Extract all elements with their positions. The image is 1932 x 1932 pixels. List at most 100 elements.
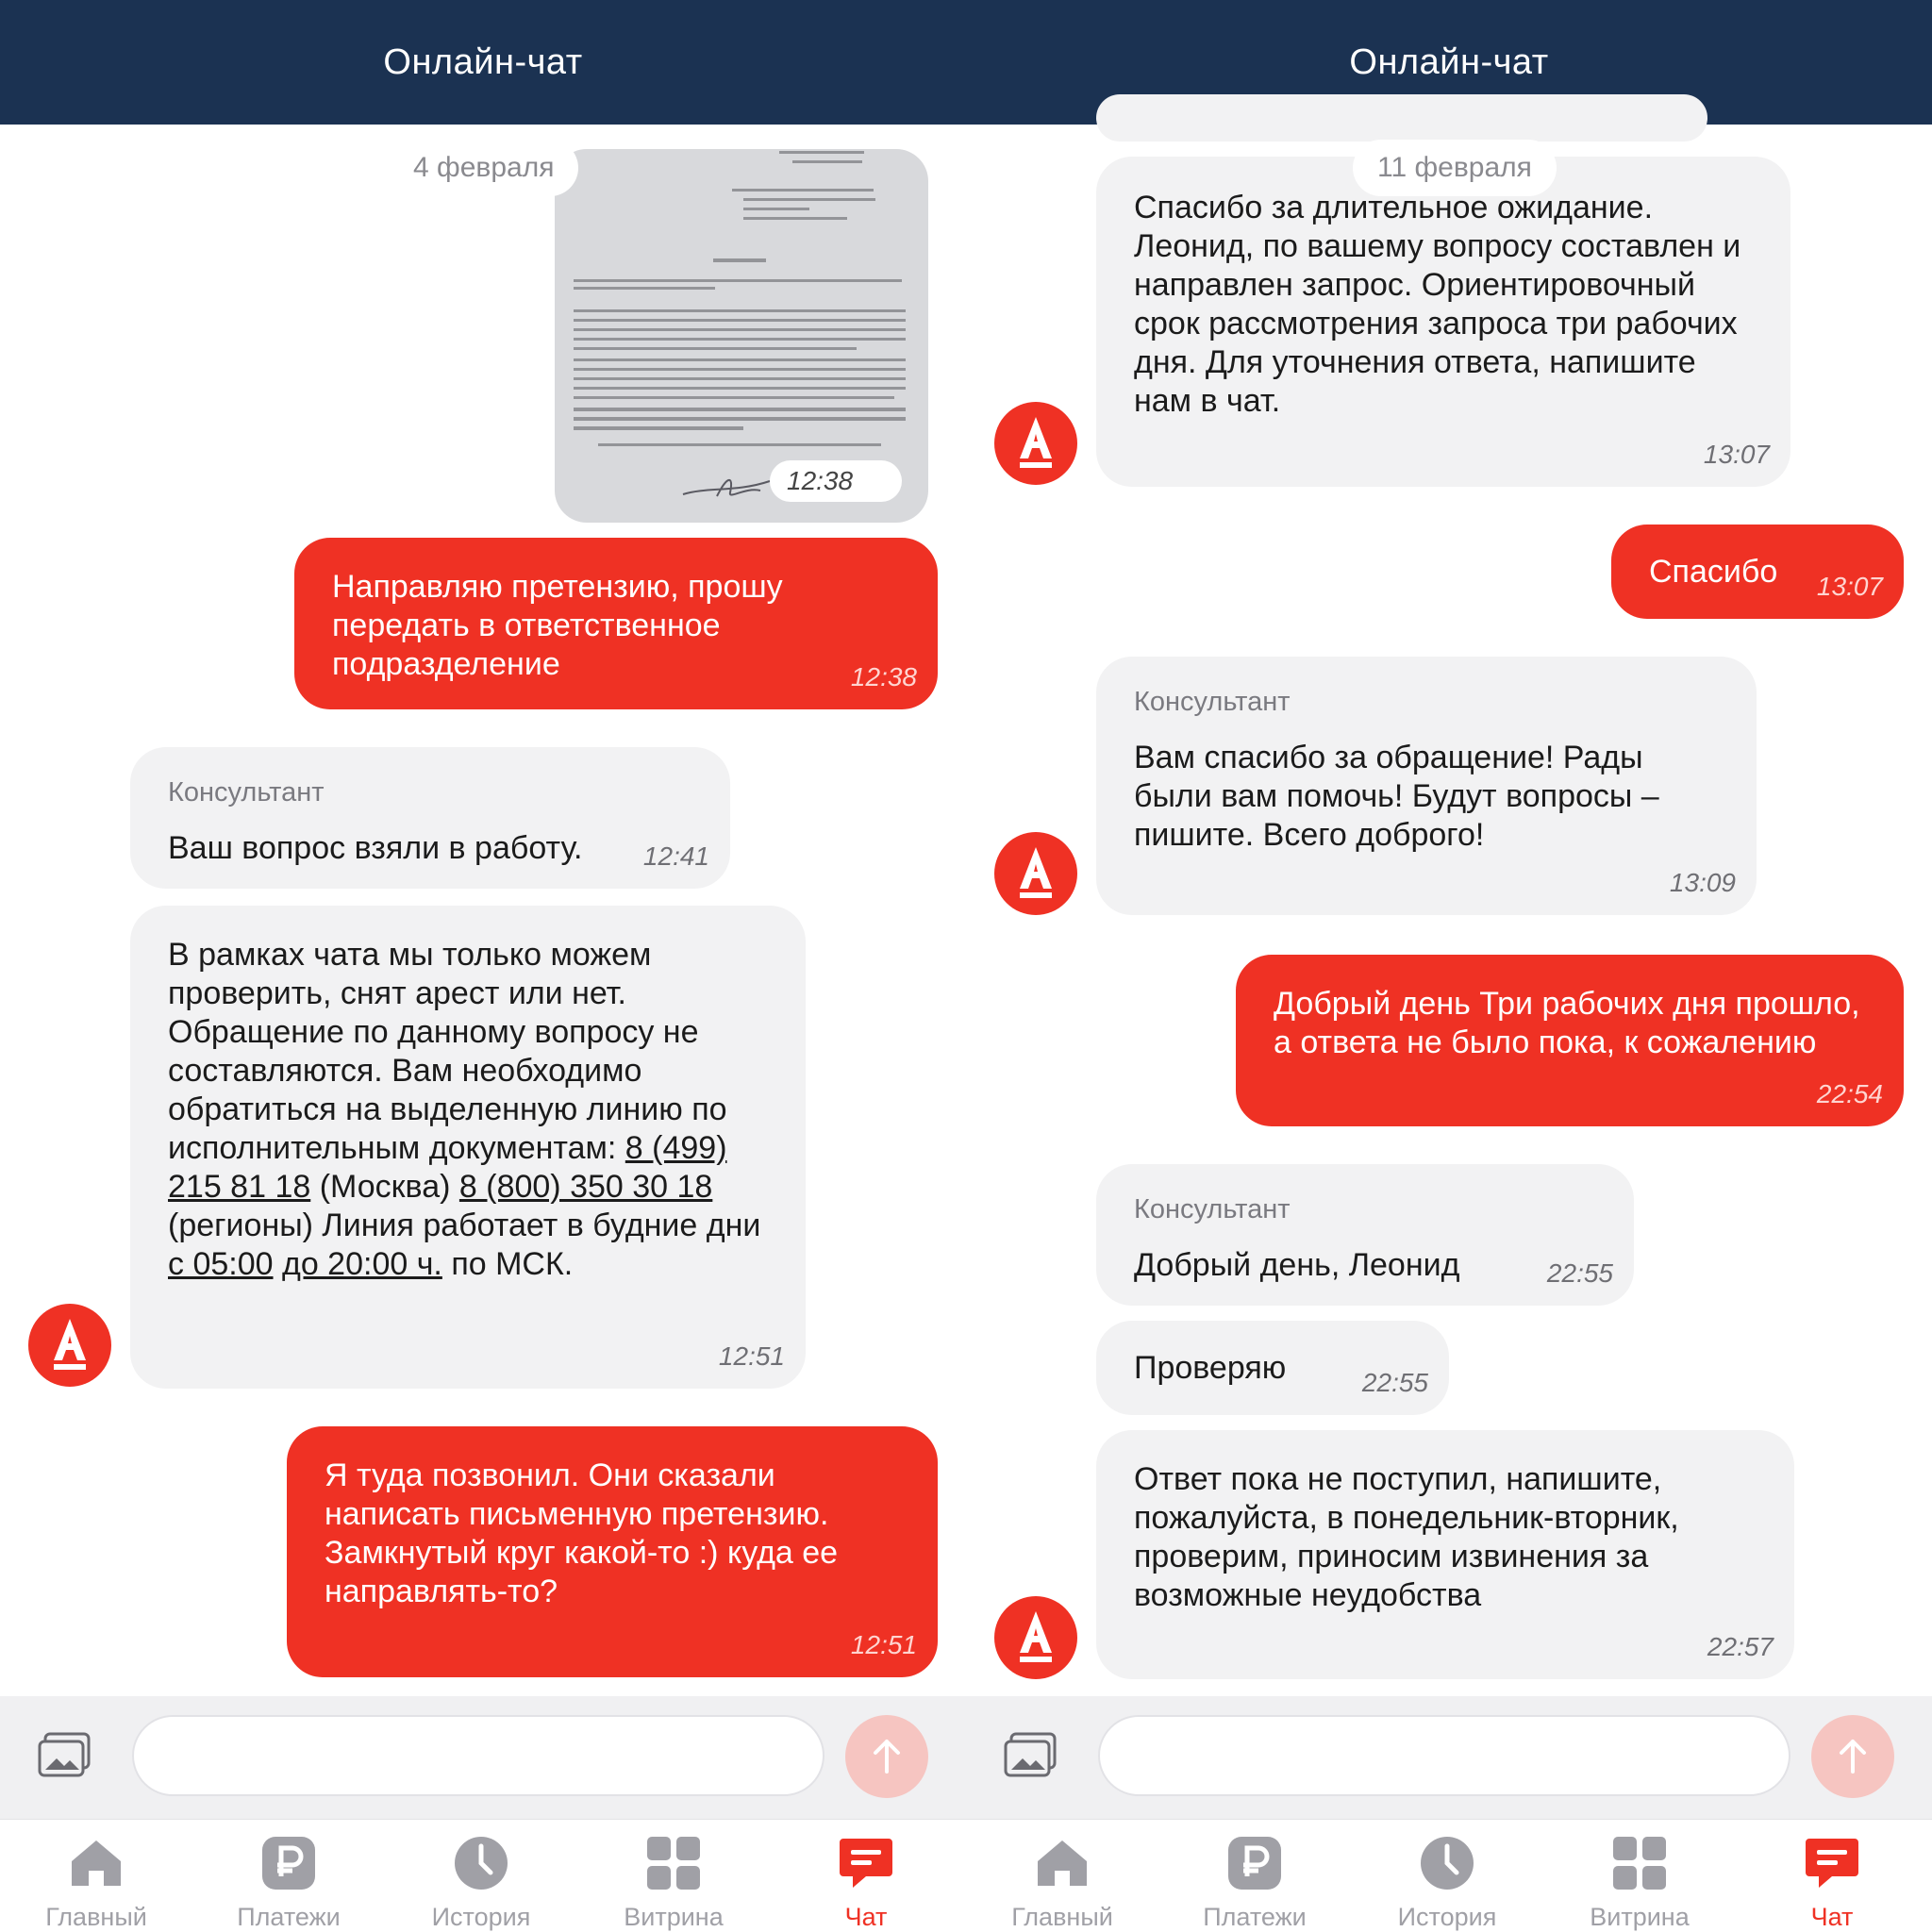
sender-name: Консультант	[168, 777, 325, 808]
send-button[interactable]	[1811, 1715, 1894, 1798]
message-time: 13:07	[1816, 572, 1883, 601]
message-time: 12:51	[718, 1341, 785, 1371]
message-text-part	[274, 1246, 282, 1282]
message-time: 22:57	[1707, 1632, 1774, 1661]
tab-chat[interactable]: Чат	[1736, 1820, 1928, 1932]
message-text-part: (регионы) Линия работает в будние дни	[168, 1208, 761, 1243]
message-outgoing[interactable]: Добрый день Три рабочих дня прошло, а от…	[1236, 955, 1904, 1126]
message-time: 22:55	[1361, 1368, 1428, 1397]
chat-icon	[1806, 1839, 1858, 1888]
chat-screen-right: Онлайн-чат Спасибо за длительное ожидани…	[966, 0, 1932, 1932]
tab-label: Витрина	[624, 1903, 724, 1931]
tab-payments[interactable]: Платежи	[192, 1820, 385, 1932]
tab-chat[interactable]: Чат	[770, 1820, 962, 1932]
message-time: 12:38	[850, 662, 917, 691]
message-text-part: (Москва)	[310, 1169, 459, 1205]
tab-showcase[interactable]: Витрина	[577, 1820, 770, 1932]
ruble-icon	[262, 1837, 315, 1890]
gallery-icon[interactable]	[38, 1732, 91, 1779]
tab-label: История	[1397, 1903, 1497, 1931]
alfa-logo-icon	[1020, 1611, 1052, 1662]
header: Онлайн-чат	[0, 0, 966, 125]
header-title: Онлайн-чат	[1349, 42, 1549, 82]
tab-payments[interactable]: Платежи	[1158, 1820, 1351, 1932]
home-icon	[72, 1840, 121, 1886]
hours-link-start[interactable]: с 05:00	[168, 1246, 274, 1282]
message-outgoing[interactable]: Направляю претензию, прошу передать в от…	[294, 538, 938, 709]
tab-bar: Главный Платежи История Витрина Чат	[0, 1819, 966, 1932]
tab-history[interactable]: История	[1351, 1820, 1543, 1932]
tab-label: Чат	[1810, 1903, 1854, 1931]
gallery-icon[interactable]	[1004, 1732, 1057, 1779]
arrow-up-icon	[874, 1740, 900, 1774]
clock-icon	[1421, 1837, 1474, 1890]
message-input[interactable]	[1098, 1715, 1790, 1796]
message-text: Спасибо за длительное ожидание. Леонид, …	[1134, 190, 1741, 419]
alfa-logo-icon	[54, 1319, 86, 1370]
message-text: Добрый день, Леонид	[1134, 1247, 1460, 1283]
chat-screen-left: Онлайн-чат 12:38 4 февраля Направляю пре	[0, 0, 966, 1932]
message-time: 12:41	[642, 841, 709, 871]
message-text: Добрый день Три рабочих дня прошло, а от…	[1274, 986, 1860, 1060]
bank-avatar	[994, 402, 1077, 485]
message-time: 13:09	[1669, 868, 1736, 897]
bank-avatar	[994, 1596, 1077, 1679]
message-incoming[interactable]: Спасибо за длительное ожидание. Леонид, …	[1096, 157, 1790, 487]
tab-label: Чат	[844, 1903, 888, 1931]
home-icon	[1038, 1840, 1087, 1886]
tab-label: Платежи	[1203, 1903, 1307, 1931]
tab-label: Главный	[1011, 1903, 1113, 1931]
hours-link-end[interactable]: до 20:00 ч.	[282, 1246, 442, 1282]
message-text: Я туда позвонил. Они сказали написать пи…	[325, 1457, 839, 1609]
bank-avatar	[994, 832, 1077, 915]
tab-label: Витрина	[1590, 1903, 1690, 1931]
ruble-icon	[1228, 1837, 1281, 1890]
message-outgoing[interactable]: Я туда позвонил. Они сказали написать пи…	[287, 1426, 938, 1677]
message-time: 22:54	[1816, 1079, 1883, 1108]
bank-avatar	[28, 1304, 111, 1387]
message-incoming[interactable]: Ответ пока не поступил, напишите, пожалу…	[1096, 1430, 1794, 1679]
alfa-logo-icon	[1020, 847, 1052, 898]
message-text-part: по МСК.	[441, 1246, 574, 1282]
tab-main[interactable]: Главный	[966, 1820, 1158, 1932]
tab-main[interactable]: Главный	[0, 1820, 192, 1932]
message-incoming[interactable]: Консультант Вам спасибо за обращение! Ра…	[1096, 657, 1757, 915]
clock-icon	[455, 1837, 508, 1890]
message-time: 22:55	[1546, 1258, 1613, 1288]
message-time: 13:07	[1703, 440, 1770, 469]
message-incoming[interactable]: В рамках чата мы только можем проверить,…	[130, 906, 806, 1389]
message-text: Направляю претензию, прошу передать в от…	[332, 569, 783, 682]
message-text: Вам спасибо за обращение! Рады были вам …	[1134, 740, 1659, 853]
send-button[interactable]	[845, 1715, 928, 1798]
message-text: Ответ пока не поступил, напишите, пожалу…	[1134, 1461, 1679, 1613]
message-incoming[interactable]: Проверяю 22:55	[1096, 1321, 1449, 1415]
message-text: Ваш вопрос взяли в работу.	[168, 830, 583, 866]
grid-icon	[647, 1837, 700, 1890]
alfa-logo-icon	[1020, 417, 1052, 468]
previous-message-edge	[1096, 94, 1707, 142]
tab-label: Главный	[45, 1903, 147, 1931]
tab-label: Платежи	[237, 1903, 341, 1931]
message-incoming[interactable]: Консультант Добрый день, Леонид 22:55	[1096, 1164, 1634, 1306]
sender-name: Консультант	[1134, 687, 1291, 717]
date-separator: 11 февраля	[1353, 140, 1557, 196]
message-text: Спасибо	[1649, 554, 1778, 590]
tab-label: История	[431, 1903, 531, 1931]
image-timestamp: 12:38	[770, 460, 902, 502]
tab-showcase[interactable]: Витрина	[1543, 1820, 1736, 1932]
tab-bar: Главный Платежи История Витрина Чат	[966, 1819, 1932, 1932]
message-input[interactable]	[132, 1715, 824, 1796]
message-incoming[interactable]: Консультант Ваш вопрос взяли в работу. 1…	[130, 747, 730, 889]
message-text: Проверяю	[1134, 1350, 1287, 1386]
attached-document-image[interactable]: 12:38	[555, 149, 928, 523]
message-time: 12:51	[850, 1630, 917, 1659]
phone-link-regions[interactable]: 8 (800) 350 30 18	[459, 1169, 712, 1205]
date-separator: 4 февраля	[389, 140, 579, 196]
arrow-up-icon	[1840, 1740, 1866, 1774]
grid-icon	[1613, 1837, 1666, 1890]
message-outgoing[interactable]: Спасибо 13:07	[1611, 525, 1904, 619]
message-composer	[966, 1696, 1932, 1819]
signature-icon	[682, 479, 771, 497]
message-composer	[0, 1696, 966, 1819]
tab-history[interactable]: История	[385, 1820, 577, 1932]
